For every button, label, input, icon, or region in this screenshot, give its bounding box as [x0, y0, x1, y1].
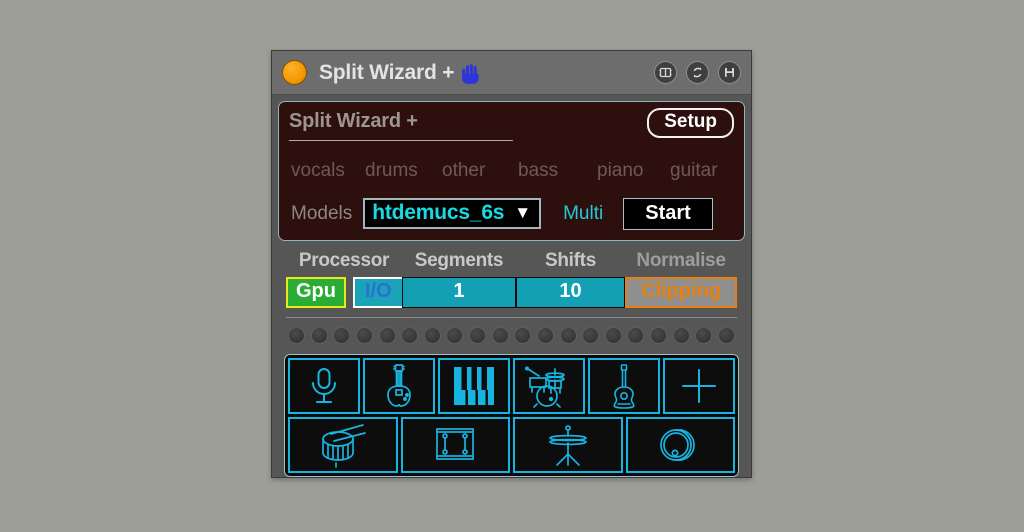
step-dot[interactable] [536, 326, 554, 344]
step-dot[interactable] [378, 326, 396, 344]
step-dot[interactable] [491, 326, 509, 344]
setup-button[interactable]: Setup [647, 108, 734, 138]
electric-guitar-icon[interactable] [363, 357, 435, 414]
hi-hat-cymbal-icon[interactable] [513, 416, 623, 473]
main-panel: Split Wizard + Setup vocals drums other … [278, 101, 745, 241]
step-dot[interactable] [627, 326, 645, 344]
drum-kit-icon[interactable] [513, 357, 585, 414]
piano-keys-icon[interactable] [438, 357, 510, 414]
plugin-window: Split Wizard + Split Wizard + Setup voca… [271, 50, 752, 478]
stem-label-vocals[interactable]: vocals [291, 160, 365, 182]
raised-hand-icon [461, 63, 480, 84]
step-dot[interactable] [310, 326, 328, 344]
stem-label-guitar[interactable]: guitar [670, 160, 718, 182]
step-dot[interactable] [288, 326, 305, 344]
panel-header: Split Wizard + Setup [289, 108, 734, 141]
instrument-grid [284, 353, 739, 477]
models-row: Models htdemucs_6s ▼ Multi Start [289, 197, 734, 230]
step-dot[interactable] [717, 326, 735, 344]
step-dots-row [278, 318, 745, 344]
step-dot[interactable] [446, 326, 464, 344]
processor-buttons: Gpu I/O [286, 276, 404, 308]
stem-labels-row: vocals drums other bass piano guitar [289, 160, 734, 182]
step-dot[interactable] [559, 326, 577, 344]
normalise-label: Normalise [636, 249, 726, 271]
multi-toggle[interactable]: Multi [563, 203, 603, 225]
stem-label-other[interactable]: other [442, 160, 518, 182]
title-underline [289, 140, 513, 141]
step-dot[interactable] [423, 326, 441, 344]
save-icon[interactable] [718, 61, 741, 84]
stem-label-piano[interactable]: piano [597, 160, 670, 182]
orange-status-dot[interactable] [282, 60, 307, 85]
models-label: Models [291, 202, 353, 224]
screen: Split Wizard + Split Wizard + Setup voca… [0, 0, 1024, 532]
snare-drum-icon[interactable] [288, 416, 398, 473]
step-dot[interactable] [650, 326, 667, 344]
plugin-body: Split Wizard + Setup vocals drums other … [272, 95, 751, 477]
model-dropdown-value: htdemucs_6s [372, 201, 505, 225]
step-dot[interactable] [355, 326, 373, 344]
midi-device-icon[interactable] [654, 61, 677, 84]
acoustic-guitar-icon[interactable] [588, 357, 660, 414]
segments-label: Segments [414, 249, 504, 271]
panel-title: Split Wizard + [289, 110, 418, 132]
plus-icon[interactable] [663, 357, 735, 414]
step-dot[interactable] [401, 326, 419, 344]
step-dot[interactable] [695, 326, 713, 344]
shifts-label: Shifts [545, 249, 596, 271]
processor-label: Processor [298, 249, 390, 271]
step-dot[interactable] [582, 326, 600, 344]
chevron-down-icon: ▼ [514, 202, 532, 222]
step-dot[interactable] [604, 326, 622, 344]
model-dropdown[interactable]: htdemucs_6s ▼ [363, 198, 542, 230]
stem-label-bass[interactable]: bass [518, 160, 597, 182]
window-title: Split Wizard + [319, 60, 455, 84]
param-normalise: Normalise Clipping [625, 250, 737, 308]
step-dot[interactable] [672, 326, 690, 344]
stem-label-drums[interactable]: drums [365, 160, 442, 182]
param-shifts: Shifts 10 [516, 250, 625, 308]
refresh-icon[interactable] [686, 61, 709, 84]
param-segments: Segments 1 [402, 250, 516, 308]
instrument-grid-row-2 [288, 416, 735, 473]
titlebar: Split Wizard + [272, 51, 751, 95]
shifts-input[interactable]: 10 [516, 276, 625, 308]
gpu-button[interactable]: Gpu [286, 276, 346, 308]
titlebar-icon-group [654, 61, 741, 84]
io-button[interactable]: I/O [353, 276, 404, 308]
kick-drum-icon[interactable] [625, 416, 735, 473]
tom-drum-icon[interactable] [400, 416, 510, 473]
step-dot[interactable] [469, 326, 486, 344]
params-row: Processor Gpu I/O Segments 1 Shifts 10 N… [278, 250, 745, 308]
instrument-grid-row-1 [288, 357, 735, 414]
step-dot[interactable] [514, 326, 532, 344]
clipping-button[interactable]: Clipping [625, 276, 737, 308]
microphone-icon[interactable] [288, 357, 360, 414]
param-processor: Processor Gpu I/O [286, 249, 404, 308]
start-button[interactable]: Start [623, 197, 713, 230]
segments-input[interactable]: 1 [402, 276, 516, 308]
step-dot[interactable] [333, 326, 351, 344]
